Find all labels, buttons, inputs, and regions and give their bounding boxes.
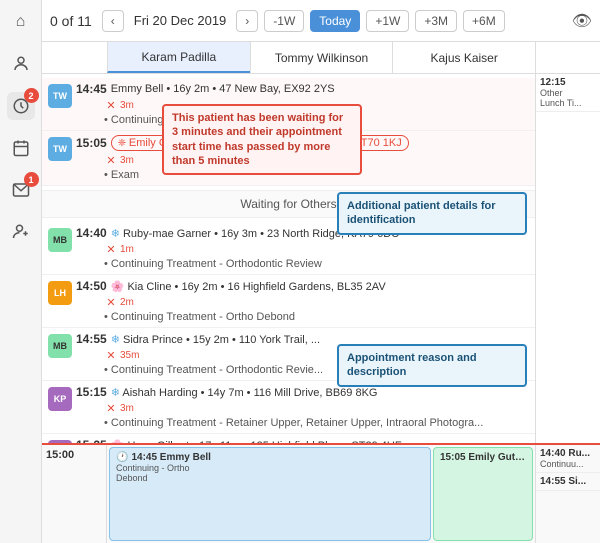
appt-time-emmy: 14:45 (76, 82, 107, 96)
main-panel: 0 of 11 ‹ Fri 20 Dec 2019 › -1W Today +1… (42, 0, 600, 543)
wait-icon-emily: ✕ (104, 153, 118, 167)
avatar-kia: LH (48, 281, 72, 305)
right-panel: 12:15 Other Lunch Ti... (535, 74, 600, 443)
column-headers: Karam Padilla Tommy Wilkinson Kajus Kais… (42, 42, 600, 74)
appt-details-aishah: 15:15 ❄ Aishah Harding • 14y 7m • 116 Mi… (76, 385, 531, 429)
clock-icon-emmy: 🕐 (116, 452, 128, 463)
timeline-emily-gutierrez[interactable]: 15:05 Emily Gutierrez (433, 447, 533, 541)
appt-time-aishah: 15:15 (76, 385, 107, 399)
appt-time-sidra: 14:55 (76, 332, 107, 346)
topbar: 0 of 11 ‹ Fri 20 Dec 2019 › -1W Today +1… (42, 0, 600, 42)
home-icon[interactable]: ⌂ (7, 8, 35, 36)
right-panel-header (535, 42, 600, 73)
schedule-panel: TW 14:45 Emmy Bell • 16y 2m • 47 New Bay… (42, 74, 535, 443)
clock-badge: 2 (24, 88, 39, 103)
timeline-appointments: 🕐 14:45 Emmy Bell Continuing - Ortho Deb… (107, 445, 535, 543)
timeline-right-panel: 14:40 Ru... Continuu... 14:55 Si... (535, 445, 600, 543)
wait-icon-emmy: ✕ (104, 98, 118, 112)
prev-date-button[interactable]: ‹ (102, 10, 124, 32)
practitioner-karam[interactable]: Karam Padilla (107, 42, 250, 73)
wait-time-aishah: 3m (120, 403, 134, 414)
wait-time-emmy: 3m (120, 100, 134, 111)
wait-icon-ruby: ✕ (104, 242, 118, 256)
content-area: TW 14:45 Emmy Bell • 16y 2m • 47 New Bay… (42, 74, 600, 443)
today-button[interactable]: Today (310, 10, 360, 32)
clock-icon[interactable]: 2 (7, 92, 35, 120)
appointment-hana-gilbert[interactable]: KP 15:25 🌸 Hana Gilbert • 17y 11m • 125 … (42, 434, 535, 443)
appointment-aishah-harding[interactable]: KP 15:15 ❄ Aishah Harding • 14y 7m • 116… (42, 381, 535, 434)
appt-time-ruby: 14:40 (76, 226, 107, 240)
appt-patient-sidra: ❄ Sidra Prince • 15y 2m • 110 York Trail… (111, 333, 320, 346)
minus-1w-button[interactable]: -1W (264, 10, 304, 32)
timeline-desc2-emmy: Debond (116, 473, 424, 483)
avatar-emmy: TW (48, 84, 72, 108)
appt-patient-emmy: Emmy Bell • 16y 2m • 47 New Bay, EX92 2Y… (111, 83, 335, 95)
timeline-desc-emmy: Continuing - Ortho (116, 463, 424, 473)
practitioner-kajus[interactable]: Kajus Kaiser (392, 42, 535, 73)
calendar-icon[interactable] (7, 134, 35, 162)
appt-desc-ruby: • Continuing Treatment - Orthodontic Rev… (104, 258, 531, 270)
timeline-emmy-bell[interactable]: 🕐 14:45 Emmy Bell Continuing - Ortho Deb… (109, 447, 431, 541)
warning-icon-emily: ❈ (118, 138, 129, 149)
wait-time-emily: 3m (120, 155, 134, 166)
appt-patient-kia: 🌸 Kia Cline • 16y 2m • 16 Highfield Gard… (111, 280, 386, 293)
right-panel-slot-1: 12:15 Other Lunch Ti... (536, 74, 600, 112)
avatar-sidra: MB (48, 334, 72, 358)
wait-icon-kia: ✕ (104, 295, 118, 309)
add-person-icon[interactable] (7, 218, 35, 246)
wait-time-ruby: 1m (120, 244, 134, 255)
avatar-ruby: MB (48, 228, 72, 252)
appt-desc-aishah: • Continuing Treatment - Retainer Upper,… (104, 417, 531, 429)
next-date-button[interactable]: › (236, 10, 258, 32)
appt-patient-aishah: ❄ Aishah Harding • 14y 7m • 116 Mill Dri… (111, 386, 378, 399)
mail-badge: 1 (24, 172, 39, 187)
timeline-right-time-1: 14:40 Ru... (540, 448, 596, 459)
appt-details-kia: 14:50 🌸 Kia Cline • 16y 2m • 16 Highfiel… (76, 279, 531, 323)
avatar-aishah: KP (48, 387, 72, 411)
wait-icon-sidra: ✕ (104, 348, 118, 362)
wait-icon-aishah: ✕ (104, 401, 118, 415)
right-panel-time-1: 12:15 (540, 77, 596, 88)
urgent-callout: This patient has been waiting for 3 minu… (162, 104, 362, 175)
appt-time-emily: 15:05 (76, 136, 107, 150)
plus-3m-button[interactable]: +3M (415, 10, 457, 32)
current-date: Fri 20 Dec 2019 (134, 13, 227, 28)
timeline-right-slot-2: 14:55 Si... (536, 473, 600, 491)
wait-time-sidra: 35m (120, 350, 139, 361)
appt-reason-callout: Appointment reason and description (337, 344, 527, 387)
bottom-timeline: 15:00 🕐 14:45 Emmy Bell Continuing - Ort… (42, 443, 600, 543)
other-appointments: MB 14:40 ❄ Ruby-mae Garner • 16y 3m • 23… (42, 218, 535, 443)
time-column-header (42, 42, 107, 73)
wait-time-kia: 2m (120, 297, 134, 308)
plus-1w-button[interactable]: +1W (366, 10, 409, 32)
plus-6m-button[interactable]: +6M (463, 10, 505, 32)
timeline-right-slot-1: 14:40 Ru... Continuu... (536, 445, 600, 473)
appt-desc-kia: • Continuing Treatment - Ortho Debond (104, 311, 531, 323)
appt-time-kia: 14:50 (76, 279, 107, 293)
mail-icon[interactable]: 1 (7, 176, 35, 204)
right-panel-sublabel-1: Lunch Ti... (540, 98, 596, 108)
eye-icon[interactable]: 👁 (572, 11, 592, 31)
timeline-name-emmy: 14:45 Emmy Bell (131, 452, 211, 463)
appointment-counter: 0 of 11 (50, 13, 92, 29)
timeline-right-desc-1: Continuu... (540, 459, 596, 469)
practitioner-tommy[interactable]: Tommy Wilkinson (250, 42, 393, 73)
right-panel-label-1: Other (540, 88, 596, 98)
timeline-name-emily-partial: 15:05 Emily Gutierrez (440, 452, 526, 463)
avatar-emily: TW (48, 137, 72, 161)
patient-id-callout: Additional patient details for identific… (337, 192, 527, 235)
person-icon[interactable] (7, 50, 35, 78)
timeline-right-time-2: 14:55 Si... (540, 476, 596, 487)
appointment-kia-cline[interactable]: LH 14:50 🌸 Kia Cline • 16y 2m • 16 Highf… (42, 275, 535, 328)
timeline-time: 15:00 (42, 445, 107, 543)
sidebar: ⌂ 2 1 (0, 0, 42, 543)
